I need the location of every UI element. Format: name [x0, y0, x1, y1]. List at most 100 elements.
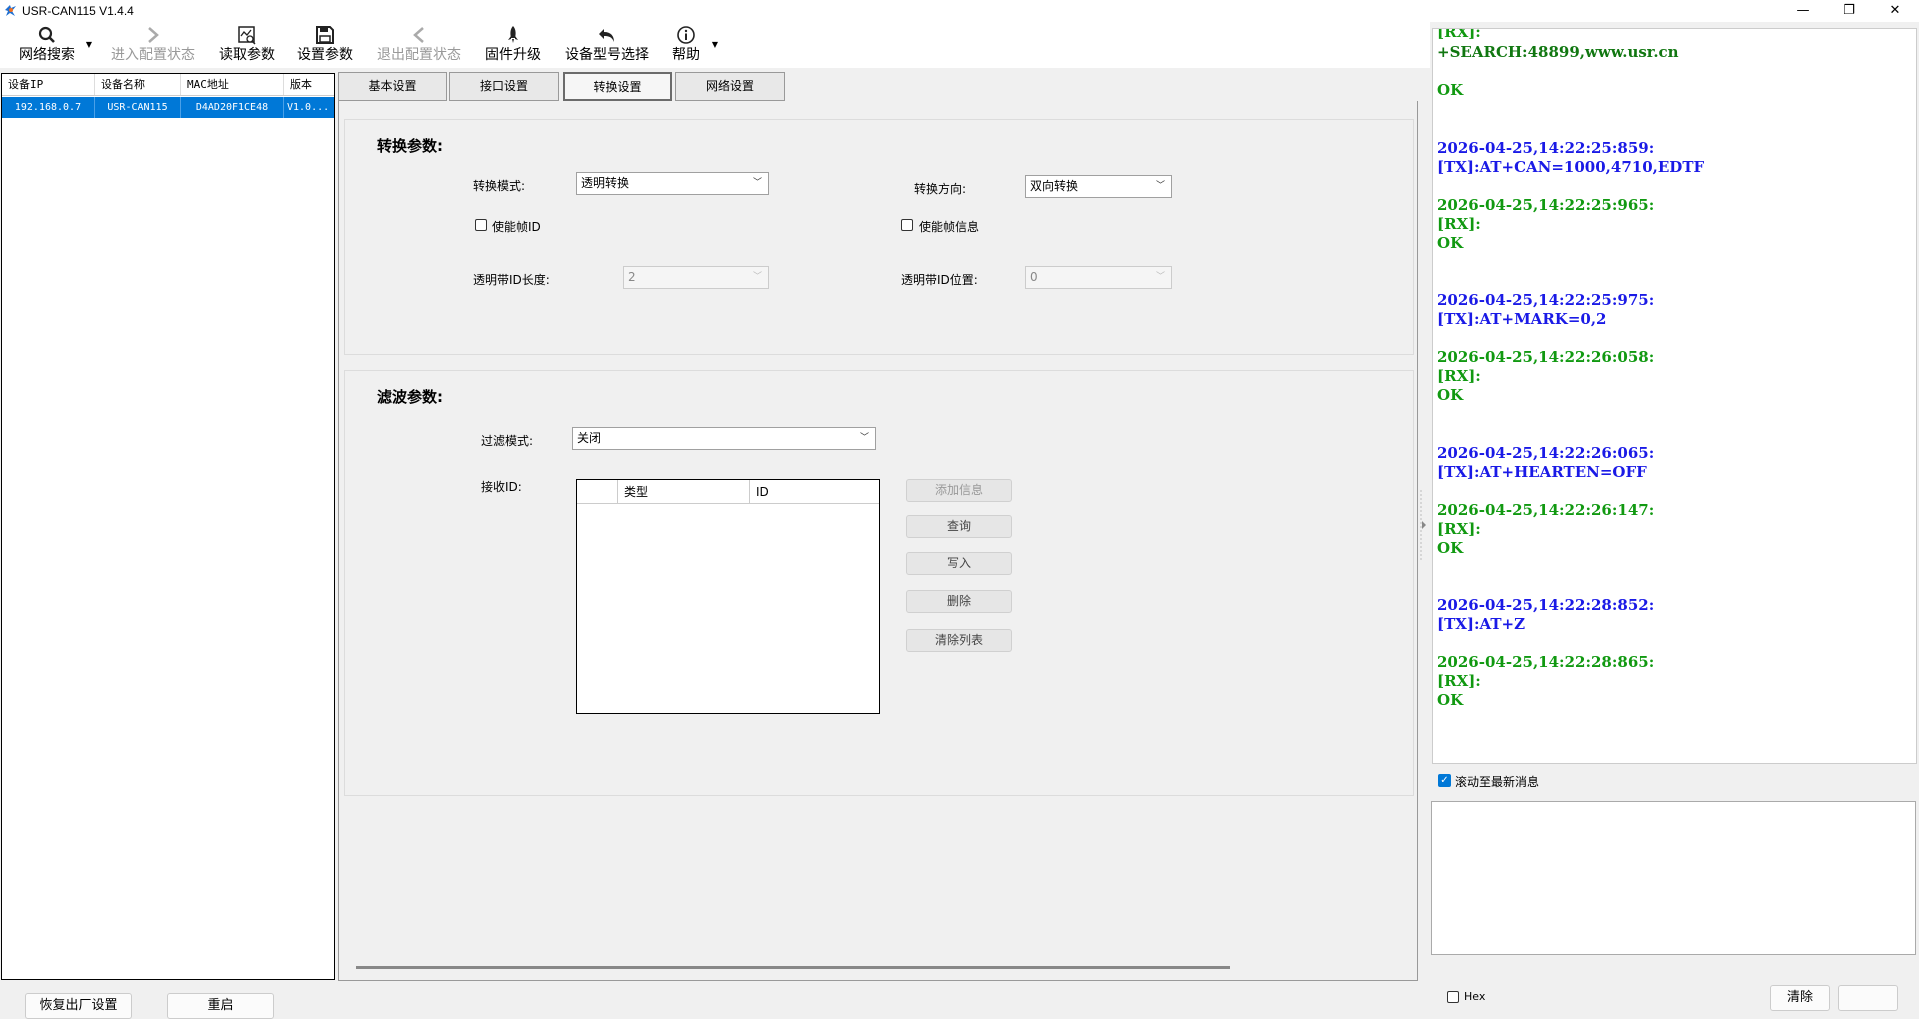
direction-select[interactable]: 双向转换 ﹀ — [1025, 175, 1172, 198]
log-line: [RX]: — [1437, 672, 1481, 690]
filter-mode-select[interactable]: 关闭 ﹀ — [572, 427, 876, 450]
mode-value: 透明转换 — [581, 176, 630, 190]
scroll-latest-label: 滚动至最新消息 — [1455, 775, 1540, 789]
enable-frame-info-checkbox[interactable] — [901, 219, 913, 231]
enter-config-button[interactable]: 进入配置状态 — [104, 24, 202, 68]
collapse-arrow-icon — [1420, 490, 1426, 560]
firmware-upgrade-button[interactable]: 固件升级 — [480, 24, 546, 68]
hex-checkbox[interactable] — [1447, 991, 1459, 1003]
id-position-select[interactable]: 0 ﹀ — [1025, 266, 1172, 289]
chevron-down-icon[interactable]: ▼ — [86, 40, 92, 49]
read-params-button[interactable]: 读取参数 — [214, 24, 280, 68]
enable-frame-id-checkbox[interactable] — [475, 219, 487, 231]
query-button[interactable]: 查询 — [906, 515, 1012, 538]
tab-network-settings[interactable]: 网络设置 — [675, 72, 785, 101]
clear-button[interactable]: 清除 — [1770, 985, 1830, 1011]
device-ip-cell: 192.168.0.7 — [2, 97, 95, 118]
log-line: 2026-04-25,14:22:26:147: — [1437, 501, 1655, 519]
chevron-down-icon: ﹀ — [752, 178, 762, 188]
filter-mode-value: 关闭 — [577, 431, 602, 445]
filter-mode-label: 过滤模式: — [481, 434, 534, 448]
id-length-select[interactable]: 2 ﹀ — [623, 266, 769, 289]
chevron-down-icon: ﹀ — [752, 272, 762, 282]
write-button[interactable]: 写入 — [906, 552, 1012, 575]
log-line: 2026-04-25,14:22:28:852: — [1437, 596, 1655, 614]
set-params-button[interactable]: 设置参数 — [292, 24, 358, 68]
chevron-right-icon — [148, 27, 159, 43]
conversion-title: 转换参数: — [377, 137, 443, 155]
set-params-label: 设置参数 — [297, 47, 353, 63]
id-position-value: 0 — [1030, 270, 1038, 284]
col-device-ip[interactable]: 设备IP — [2, 74, 95, 95]
chevron-down-icon: ﹀ — [859, 433, 869, 443]
maximize-button[interactable]: ❐ — [1826, 0, 1872, 22]
close-button[interactable]: ✕ — [1872, 0, 1918, 22]
log-line: OK — [1437, 691, 1464, 709]
direction-label: 转换方向: — [914, 182, 967, 196]
tab-basic-settings[interactable]: 基本设置 — [338, 72, 447, 101]
network-search-button[interactable]: 网络搜索 ▼ — [12, 24, 92, 68]
enable-frame-info-label: 使能帧信息 — [919, 220, 980, 234]
log-line: 2026-04-25,14:22:28:865: — [1437, 653, 1655, 671]
filter-title: 滤波参数: — [377, 388, 443, 406]
network-search-label: 网络搜索 — [19, 47, 75, 63]
log-output[interactable]: [RX]: +SEARCH:48899,www.usr.cn OK 2026-04-2… — [1432, 28, 1917, 764]
factory-reset-button[interactable]: 恢复出厂设置 — [25, 993, 132, 1019]
chevron-left-icon — [413, 27, 424, 43]
tab-conversion-settings[interactable]: 转换设置 — [563, 72, 672, 101]
mac-address-cell: D4AD20F1CE48 — [181, 97, 284, 118]
firmware-upgrade-label: 固件升级 — [485, 47, 541, 63]
log-line: 2026-04-25,14:22:26:058: — [1437, 348, 1655, 366]
tab-interface-settings[interactable]: 接口设置 — [449, 72, 559, 101]
log-line: [TX]:AT+MARK=0,2 — [1437, 310, 1607, 328]
version-cell: V1.0... — [287, 102, 330, 113]
send-input[interactable] — [1431, 801, 1916, 955]
log-line: [TX]:AT+CAN=1000,4710,EDTF — [1437, 158, 1705, 176]
receive-id-table[interactable]: 类型 ID — [576, 479, 880, 714]
id-length-value: 2 — [628, 270, 636, 284]
device-row[interactable]: 192.168.0.7 USR-CAN115 D4AD20F1CE48 V1.0… — [2, 97, 334, 118]
enable-frame-id-label: 使能帧ID — [492, 220, 541, 234]
minimize-button[interactable]: — — [1780, 0, 1826, 22]
mode-label: 转换模式: — [473, 179, 526, 193]
send-button[interactable] — [1838, 985, 1898, 1011]
help-button[interactable]: 帮助 ▼ — [668, 24, 718, 68]
log-line: OK — [1437, 539, 1464, 557]
mode-select[interactable]: 透明转换 ﹀ — [576, 172, 769, 195]
device-list[interactable]: 设备IP 设备名称 MAC地址 版本 192.168.0.7 USR-CAN11… — [1, 73, 335, 980]
log-line: +SEARCH:48899,www.usr.cn — [1437, 43, 1679, 61]
horizontal-scrollbar[interactable] — [356, 966, 1230, 969]
id-position-label: 透明带ID位置: — [901, 273, 978, 287]
log-line: [TX]:AT+Z — [1437, 615, 1526, 633]
log-line: [RX]: — [1437, 367, 1481, 385]
restart-button[interactable]: 重启 — [167, 993, 274, 1019]
clear-list-button[interactable]: 清除列表 — [906, 629, 1012, 652]
log-line: OK — [1437, 234, 1464, 252]
toolbar: 网络搜索 ▼ 进入配置状态 读取参数 设置参数 退出配置状态 固件升级 设备型号… — [0, 22, 1430, 68]
title-bar: USR-CAN115 V1.4.4 — ❐ ✕ — [0, 0, 1919, 22]
add-info-button[interactable]: 添加信息 — [906, 479, 1012, 502]
device-list-header: 设备IP 设备名称 MAC地址 版本 — [2, 74, 334, 96]
help-chevron-down-icon[interactable]: ▼ — [712, 40, 718, 49]
col-device-name[interactable]: 设备名称 — [95, 74, 181, 95]
splitter-handle[interactable] — [1419, 490, 1427, 560]
device-model-select-button[interactable]: 设备型号选择 — [558, 24, 656, 68]
log-line: 2026-04-25,14:22:25:975: — [1437, 291, 1655, 309]
delete-button[interactable]: 删除 — [906, 590, 1012, 613]
receive-id-label: 接收ID: — [481, 480, 522, 494]
conversion-group — [344, 119, 1414, 355]
app-logo-icon — [5, 5, 16, 16]
direction-value: 双向转换 — [1030, 179, 1079, 193]
hex-label: Hex — [1464, 990, 1486, 1003]
device-name-cell: USR-CAN115 — [95, 97, 181, 118]
exit-config-button[interactable]: 退出配置状态 — [370, 24, 468, 68]
col-version[interactable]: 版本 — [284, 74, 334, 95]
col-mac-address[interactable]: MAC地址 — [181, 74, 284, 95]
save-icon — [316, 26, 334, 44]
col-id[interactable]: ID — [750, 480, 879, 504]
col-type[interactable]: 类型 — [618, 480, 750, 504]
log-line: [RX]: — [1437, 28, 1481, 41]
scroll-latest-checkbox[interactable]: ✓ — [1438, 774, 1451, 787]
log-line: 2026-04-25,14:22:25:859: — [1437, 139, 1655, 157]
enter-config-label: 进入配置状态 — [111, 47, 195, 63]
